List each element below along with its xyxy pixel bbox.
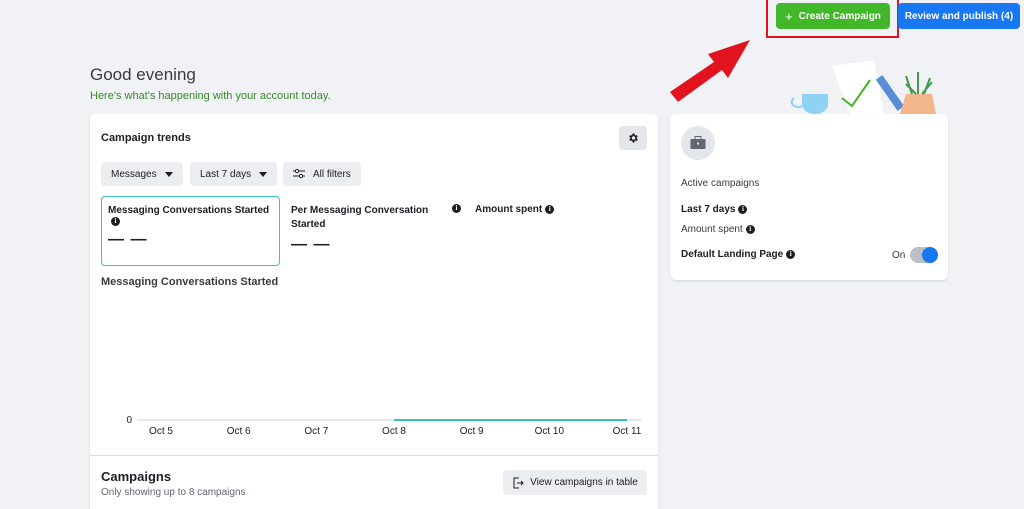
default-landing-page-row: Default Landing Page i xyxy=(681,249,796,260)
illustration-icon xyxy=(790,60,936,114)
x-tick-label: Oct 11 xyxy=(613,426,642,437)
info-icon[interactable]: i xyxy=(452,204,461,213)
date-range-filter[interactable]: Last 7 days xyxy=(190,162,278,186)
highlight-box xyxy=(766,0,899,38)
greeting-subtitle: Here's what's happening with your accoun… xyxy=(90,90,331,102)
settings-button[interactable] xyxy=(619,126,647,150)
x-tick-label: Oct 10 xyxy=(535,426,565,437)
chart-title: Messaging Conversations Started xyxy=(101,276,279,288)
toggle-knob xyxy=(922,247,938,263)
x-tick-label: Oct 5 xyxy=(149,426,173,437)
metric-value: — — xyxy=(108,231,148,248)
active-campaigns-card: Active campaigns Last 7 days i Amount spe… xyxy=(670,114,948,280)
red-arrow-icon xyxy=(670,40,750,102)
greeting-title: Good evening xyxy=(90,65,196,84)
info-icon[interactable]: i xyxy=(745,224,755,234)
review-publish-button[interactable]: Review and publish (4) xyxy=(898,3,1020,29)
metric-per-messaging-conversation[interactable]: Per Messaging Conversation Started i — — xyxy=(291,204,461,254)
view-campaigns-label: View campaigns in table xyxy=(530,477,638,488)
info-icon[interactable]: i xyxy=(545,204,555,214)
info-icon[interactable]: i xyxy=(111,216,120,226)
toggle-state-label: On xyxy=(892,250,906,261)
all-filters-button[interactable]: All filters xyxy=(283,162,361,186)
campaign-trends-card: Campaign trends Messages Last 7 days All… xyxy=(90,114,658,509)
last-7-days-heading: Last 7 days i xyxy=(681,204,748,215)
campaigns-subtitle: Only showing up to 8 campaigns xyxy=(101,487,246,498)
briefcase-avatar xyxy=(681,126,715,160)
date-range-label: Last 7 days xyxy=(200,168,252,180)
sliders-icon xyxy=(293,169,305,179)
x-tick-label: Oct 9 xyxy=(460,426,484,437)
amount-spent-label: Amount spent xyxy=(681,224,743,235)
metric-messaging-conversations[interactable]: Messaging Conversations Startedi — — xyxy=(101,196,280,266)
info-icon[interactable]: i xyxy=(786,249,796,259)
view-campaigns-button[interactable]: View campaigns in table xyxy=(503,470,647,495)
metric-label: Amount spent xyxy=(475,204,543,215)
gear-icon xyxy=(629,133,638,143)
messages-filter-label: Messages xyxy=(111,168,157,180)
metric-label: Messaging Conversations Started xyxy=(108,205,270,216)
export-icon xyxy=(513,477,524,488)
caret-down-icon xyxy=(164,171,173,177)
x-tick-label: Oct 6 xyxy=(227,426,251,437)
active-campaigns-label: Active campaigns xyxy=(681,178,760,189)
divider xyxy=(90,455,658,456)
trend-chart: 0 Oct 5 Oct 6 Oct 7 Oct 8 Oct 9 Oct 10 Oct 11 xyxy=(126,415,642,437)
landing-page-toggle[interactable] xyxy=(910,247,938,263)
last-7-days-label: Last 7 days xyxy=(681,204,736,215)
x-tick-label: Oct 7 xyxy=(304,426,328,437)
metric-label: Per Messaging Conversation Started xyxy=(291,205,429,230)
campaigns-title: Campaigns xyxy=(101,469,172,484)
y-tick-label: 0 xyxy=(126,415,132,426)
briefcase-icon xyxy=(690,136,706,149)
messages-filter[interactable]: Messages xyxy=(101,162,183,186)
card-title: Campaign trends xyxy=(101,132,191,144)
metric-amount-spent[interactable]: Amount spent i xyxy=(475,204,555,215)
caret-down-icon xyxy=(259,171,268,177)
default-landing-label: Default Landing Page xyxy=(681,249,784,260)
metric-value: — — xyxy=(291,236,331,253)
all-filters-label: All filters xyxy=(313,168,351,180)
x-tick-label: Oct 8 xyxy=(382,426,406,437)
amount-spent-row: Amount spent i xyxy=(681,224,755,235)
info-icon[interactable]: i xyxy=(738,204,748,214)
